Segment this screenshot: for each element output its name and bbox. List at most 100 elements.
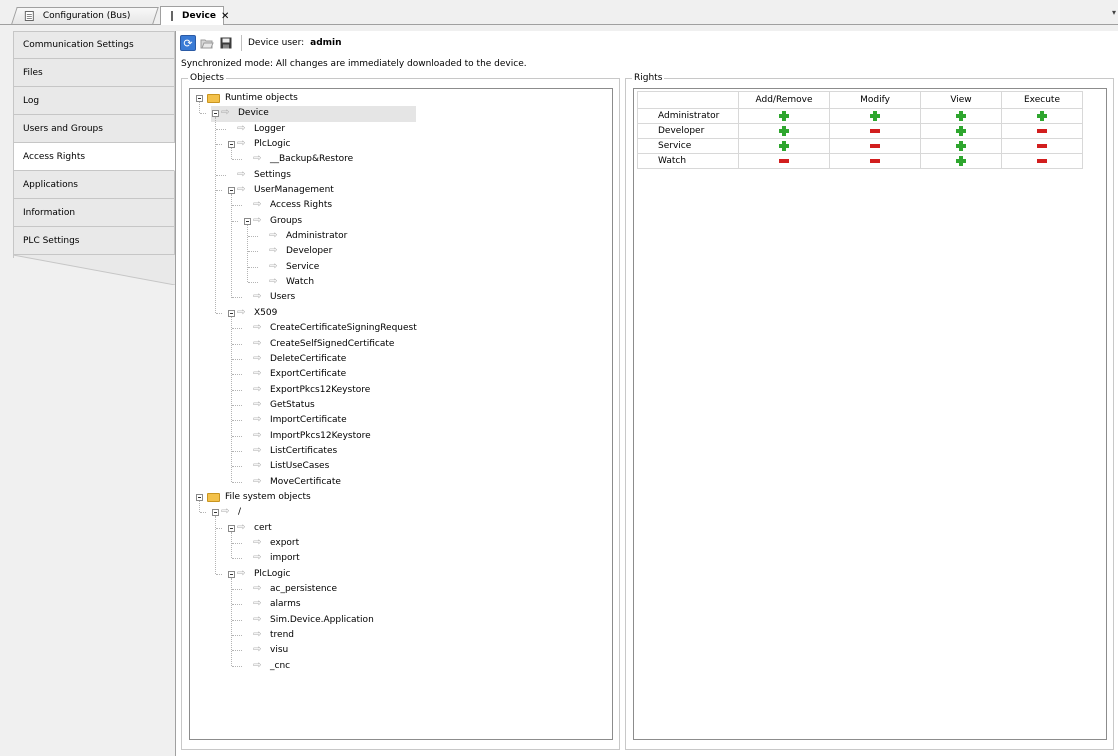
rights-cell[interactable] bbox=[920, 153, 1002, 169]
tree-node[interactable]: File system objects bbox=[190, 490, 612, 505]
tree-node[interactable]: ⇨ GetStatus bbox=[190, 398, 612, 413]
side-tab-files[interactable]: Files bbox=[13, 59, 175, 87]
tab-overflow-icon[interactable]: ▾ bbox=[1112, 8, 1116, 17]
tree-node[interactable]: ⇨ CreateSelfSignedCertificate bbox=[190, 337, 612, 352]
open-folder-icon[interactable] bbox=[199, 35, 215, 51]
rights-cell[interactable] bbox=[738, 153, 830, 169]
side-tab-applications[interactable]: Applications bbox=[13, 171, 175, 199]
rights-cell[interactable] bbox=[738, 138, 830, 154]
tree-node[interactable]: ⇨ Groups bbox=[190, 214, 612, 229]
save-icon[interactable] bbox=[218, 35, 234, 51]
tree-node[interactable]: ⇨ Developer bbox=[190, 244, 612, 259]
tree-node[interactable]: ⇨ MoveCertificate bbox=[190, 475, 612, 490]
collapse-toggle-icon[interactable] bbox=[228, 570, 235, 578]
tree-node[interactable]: ⇨ Watch bbox=[190, 275, 612, 290]
side-tab-information[interactable]: Information bbox=[13, 199, 175, 227]
object-arrow-icon: ⇨ bbox=[253, 414, 262, 426]
tree-node[interactable]: ⇨ DeleteCertificate bbox=[190, 352, 612, 367]
rights-title: Rights bbox=[632, 73, 665, 83]
collapse-toggle-icon[interactable] bbox=[228, 187, 235, 195]
rights-cell[interactable] bbox=[829, 108, 921, 124]
collapse-toggle-icon[interactable] bbox=[212, 110, 219, 118]
tree-node[interactable]: ⇨ import bbox=[190, 551, 612, 566]
object-arrow-icon: ⇨ bbox=[253, 383, 262, 395]
tree-node[interactable]: ⇨ Sim.Device.Application bbox=[190, 613, 612, 628]
tree-node-label: Groups bbox=[270, 215, 303, 226]
side-tab-communication-settings[interactable]: Communication Settings bbox=[13, 31, 175, 59]
tree-node[interactable]: ⇨ ListCertificates bbox=[190, 444, 612, 459]
tree-node[interactable]: ⇨ PlcLogic bbox=[190, 567, 612, 582]
tree-node-label: X509 bbox=[254, 307, 278, 318]
close-icon[interactable]: ✕ bbox=[221, 11, 229, 22]
tree-connector bbox=[232, 558, 242, 560]
object-arrow-icon: ⇨ bbox=[237, 567, 246, 579]
objects-tree[interactable]: Runtime objects ⇨ Device ⇨ Logger ⇨ PlcLogic ⇨ _… bbox=[189, 88, 613, 740]
tab-configuration-bus[interactable]: Configuration (Bus) bbox=[11, 7, 159, 24]
tree-node[interactable]: ⇨ Device bbox=[190, 106, 612, 122]
collapse-toggle-icon[interactable] bbox=[212, 509, 219, 517]
tree-node[interactable]: ⇨ Settings bbox=[190, 168, 612, 183]
side-tab-access-rights[interactable]: Access Rights bbox=[13, 143, 175, 171]
tree-node[interactable]: ⇨ trend bbox=[190, 628, 612, 643]
side-tab-log[interactable]: Log bbox=[13, 87, 175, 115]
tree-node[interactable]: ⇨ ExportCertificate bbox=[190, 367, 612, 382]
collapse-toggle-icon[interactable] bbox=[196, 493, 203, 501]
tree-node[interactable]: ⇨ ImportCertificate bbox=[190, 413, 612, 428]
tree-node-label: ImportPkcs12Keystore bbox=[270, 430, 371, 441]
tree-connector bbox=[232, 358, 242, 360]
device-user-value: admin bbox=[310, 38, 342, 48]
tree-node[interactable]: ⇨ _cnc bbox=[190, 659, 612, 674]
tree-node[interactable]: ⇨ UserManagement bbox=[190, 183, 612, 198]
tree-node[interactable]: ⇨ ListUseCases bbox=[190, 459, 612, 474]
tree-node[interactable]: ⇨ Logger bbox=[190, 122, 612, 137]
tree-container: Runtime objects ⇨ Device ⇨ Logger ⇨ PlcLogic ⇨ _… bbox=[190, 89, 612, 674]
rights-cell[interactable] bbox=[829, 153, 921, 169]
collapse-toggle-icon[interactable] bbox=[196, 95, 203, 102]
side-tab-users-and-groups[interactable]: Users and Groups bbox=[13, 115, 175, 143]
rights-cell[interactable] bbox=[1001, 153, 1083, 169]
rights-cell[interactable] bbox=[1001, 108, 1083, 124]
tree-node-label: File system objects bbox=[225, 491, 311, 502]
collapse-toggle-icon[interactable] bbox=[228, 141, 235, 149]
tree-node[interactable]: ⇨ PlcLogic bbox=[190, 137, 612, 152]
tree-node[interactable]: Runtime objects bbox=[190, 91, 612, 106]
tree-node[interactable]: ⇨ Service bbox=[190, 260, 612, 275]
object-arrow-icon: ⇨ bbox=[269, 276, 278, 288]
tree-node[interactable]: ⇨ ImportPkcs12Keystore bbox=[190, 429, 612, 444]
tree-node[interactable]: ⇨ CreateCertificateSigningRequest bbox=[190, 321, 612, 336]
tab-device[interactable]: Device ✕ bbox=[160, 6, 229, 25]
rights-cell[interactable] bbox=[1001, 138, 1083, 154]
tree-connector bbox=[232, 619, 242, 621]
refresh-icon[interactable]: ⟳ bbox=[180, 35, 196, 51]
tree-node[interactable]: ⇨ Users bbox=[190, 290, 612, 305]
collapse-toggle-icon[interactable] bbox=[228, 309, 235, 317]
tree-node-label: ImportCertificate bbox=[270, 415, 347, 426]
rights-cell[interactable] bbox=[1001, 123, 1083, 139]
rights-cell[interactable] bbox=[738, 123, 830, 139]
tree-node[interactable]: ⇨ ac_persistence bbox=[190, 582, 612, 597]
tree-node[interactable]: ⇨ Access Rights bbox=[190, 198, 612, 213]
tree-node[interactable]: ⇨ export bbox=[190, 536, 612, 551]
object-arrow-icon: ⇨ bbox=[237, 306, 246, 318]
rights-cell[interactable] bbox=[920, 138, 1002, 154]
side-tab-plc-settings[interactable]: PLC Settings bbox=[13, 227, 175, 255]
rights-cell[interactable] bbox=[829, 138, 921, 154]
collapse-toggle-icon[interactable] bbox=[244, 217, 251, 225]
tree-node[interactable]: ⇨ Administrator bbox=[190, 229, 612, 244]
tree-node[interactable]: ⇨ visu bbox=[190, 643, 612, 658]
rights-cell[interactable] bbox=[920, 108, 1002, 124]
collapse-toggle-icon[interactable] bbox=[228, 524, 235, 532]
object-arrow-icon: ⇨ bbox=[269, 245, 278, 257]
tree-node[interactable]: ⇨ X509 bbox=[190, 306, 612, 321]
rights-cell[interactable] bbox=[738, 108, 830, 124]
rights-cell[interactable] bbox=[920, 123, 1002, 139]
tree-node[interactable]: ⇨ cert bbox=[190, 521, 612, 536]
tree-node-label: Users bbox=[270, 292, 296, 303]
tree-node-label: Device bbox=[236, 108, 271, 119]
tree-node-label: Developer bbox=[286, 246, 333, 257]
rights-cell[interactable] bbox=[829, 123, 921, 139]
tree-node[interactable]: ⇨ / bbox=[190, 505, 612, 520]
tree-node[interactable]: ⇨ alarms bbox=[190, 597, 612, 612]
tree-node[interactable]: ⇨ __Backup&Restore bbox=[190, 152, 612, 167]
tree-node[interactable]: ⇨ ExportPkcs12Keystore bbox=[190, 383, 612, 398]
